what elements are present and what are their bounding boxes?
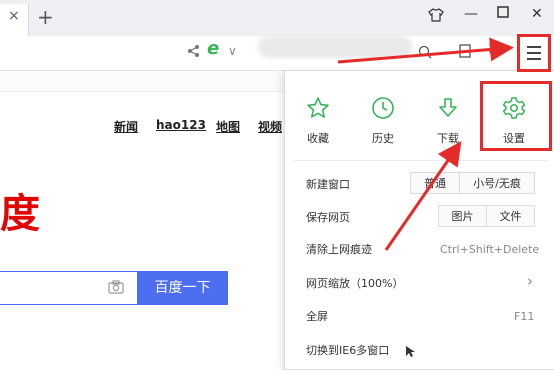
annotation-arrow-menu [337,37,514,64]
annotation-arrow-settings [384,141,462,251]
annotation-arrows [337,37,514,251]
